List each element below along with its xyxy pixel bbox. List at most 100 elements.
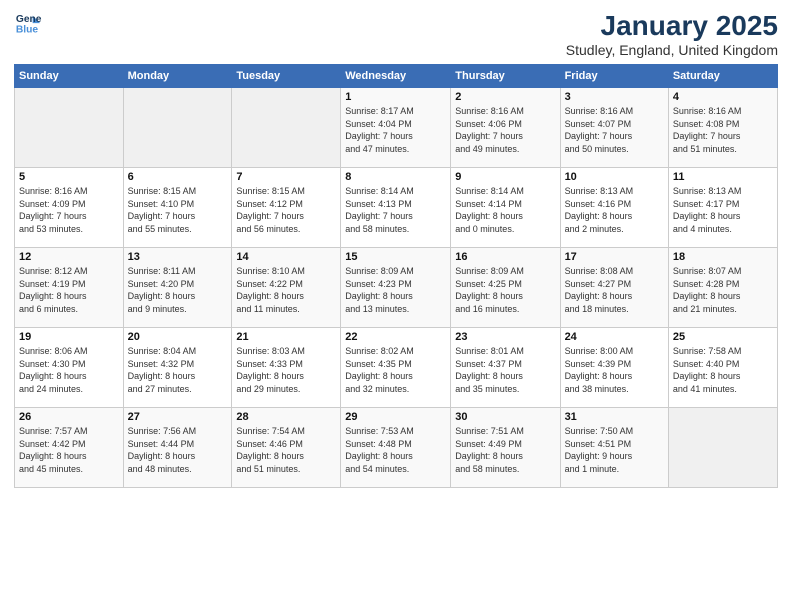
day-detail: Sunrise: 8:03 AM Sunset: 4:33 PM Dayligh… (236, 345, 336, 395)
day-detail: Sunrise: 7:56 AM Sunset: 4:44 PM Dayligh… (128, 425, 228, 475)
day-detail: Sunrise: 8:17 AM Sunset: 4:04 PM Dayligh… (345, 105, 446, 155)
calendar-cell-w0d1 (123, 88, 232, 168)
weekday-header-monday: Monday (123, 65, 232, 88)
calendar-cell-w4d6 (668, 408, 777, 488)
calendar-cell-w2d5: 17 Sunrise: 8:08 AM Sunset: 4:27 PM Dayli… (560, 248, 668, 328)
calendar-cell-w1d6: 11 Sunrise: 8:13 AM Sunset: 4:17 PM Dayli… (668, 168, 777, 248)
day-number: 21 (236, 331, 336, 343)
day-number: 29 (345, 411, 446, 423)
calendar-cell-w2d6: 18 Sunrise: 8:07 AM Sunset: 4:28 PM Dayli… (668, 248, 777, 328)
calendar-cell-w4d0: 26 Sunrise: 7:57 AM Sunset: 4:42 PM Dayli… (15, 408, 124, 488)
day-detail: Sunrise: 8:16 AM Sunset: 4:06 PM Dayligh… (455, 105, 555, 155)
calendar-cell-w2d0: 12 Sunrise: 8:12 AM Sunset: 4:19 PM Dayli… (15, 248, 124, 328)
day-number: 5 (19, 171, 119, 183)
day-detail: Sunrise: 8:12 AM Sunset: 4:19 PM Dayligh… (19, 265, 119, 315)
calendar-cell-w4d2: 28 Sunrise: 7:54 AM Sunset: 4:46 PM Dayli… (232, 408, 341, 488)
calendar-cell-w1d3: 8 Sunrise: 8:14 AM Sunset: 4:13 PM Daylig… (341, 168, 451, 248)
weekday-header-friday: Friday (560, 65, 668, 88)
day-number: 1 (345, 91, 446, 103)
day-number: 27 (128, 411, 228, 423)
calendar-cell-w2d1: 13 Sunrise: 8:11 AM Sunset: 4:20 PM Dayli… (123, 248, 232, 328)
day-number: 25 (673, 331, 773, 343)
calendar-cell-w4d5: 31 Sunrise: 7:50 AM Sunset: 4:51 PM Dayli… (560, 408, 668, 488)
day-detail: Sunrise: 8:09 AM Sunset: 4:23 PM Dayligh… (345, 265, 446, 315)
calendar-cell-w3d0: 19 Sunrise: 8:06 AM Sunset: 4:30 PM Dayli… (15, 328, 124, 408)
day-detail: Sunrise: 7:57 AM Sunset: 4:42 PM Dayligh… (19, 425, 119, 475)
day-detail: Sunrise: 8:09 AM Sunset: 4:25 PM Dayligh… (455, 265, 555, 315)
month-title: January 2025 (566, 10, 778, 42)
day-number: 16 (455, 251, 555, 263)
day-number: 30 (455, 411, 555, 423)
day-number: 3 (565, 91, 664, 103)
day-detail: Sunrise: 8:11 AM Sunset: 4:20 PM Dayligh… (128, 265, 228, 315)
weekday-header-saturday: Saturday (668, 65, 777, 88)
day-number: 12 (19, 251, 119, 263)
day-detail: Sunrise: 7:58 AM Sunset: 4:40 PM Dayligh… (673, 345, 773, 395)
day-number: 23 (455, 331, 555, 343)
day-detail: Sunrise: 8:02 AM Sunset: 4:35 PM Dayligh… (345, 345, 446, 395)
day-detail: Sunrise: 8:14 AM Sunset: 4:14 PM Dayligh… (455, 185, 555, 235)
calendar-cell-w0d3: 1 Sunrise: 8:17 AM Sunset: 4:04 PM Daylig… (341, 88, 451, 168)
day-number: 13 (128, 251, 228, 263)
day-detail: Sunrise: 8:08 AM Sunset: 4:27 PM Dayligh… (565, 265, 664, 315)
day-detail: Sunrise: 8:13 AM Sunset: 4:17 PM Dayligh… (673, 185, 773, 235)
calendar-cell-w0d4: 2 Sunrise: 8:16 AM Sunset: 4:06 PM Daylig… (451, 88, 560, 168)
calendar-cell-w0d6: 4 Sunrise: 8:16 AM Sunset: 4:08 PM Daylig… (668, 88, 777, 168)
weekday-header-thursday: Thursday (451, 65, 560, 88)
day-detail: Sunrise: 8:07 AM Sunset: 4:28 PM Dayligh… (673, 265, 773, 315)
day-number: 19 (19, 331, 119, 343)
calendar-cell-w4d4: 30 Sunrise: 7:51 AM Sunset: 4:49 PM Dayli… (451, 408, 560, 488)
day-detail: Sunrise: 8:16 AM Sunset: 4:07 PM Dayligh… (565, 105, 664, 155)
day-detail: Sunrise: 8:15 AM Sunset: 4:12 PM Dayligh… (236, 185, 336, 235)
day-detail: Sunrise: 8:16 AM Sunset: 4:08 PM Dayligh… (673, 105, 773, 155)
subtitle: Studley, England, United Kingdom (566, 42, 778, 58)
day-number: 28 (236, 411, 336, 423)
calendar-cell-w3d6: 25 Sunrise: 7:58 AM Sunset: 4:40 PM Dayli… (668, 328, 777, 408)
calendar-cell-w0d0 (15, 88, 124, 168)
day-detail: Sunrise: 7:54 AM Sunset: 4:46 PM Dayligh… (236, 425, 336, 475)
day-number: 15 (345, 251, 446, 263)
day-detail: Sunrise: 8:06 AM Sunset: 4:30 PM Dayligh… (19, 345, 119, 395)
day-number: 6 (128, 171, 228, 183)
calendar: SundayMondayTuesdayWednesdayThursdayFrid… (14, 64, 778, 488)
logo: General Blue (14, 10, 44, 38)
day-number: 31 (565, 411, 664, 423)
calendar-cell-w3d3: 22 Sunrise: 8:02 AM Sunset: 4:35 PM Dayli… (341, 328, 451, 408)
calendar-cell-w1d2: 7 Sunrise: 8:15 AM Sunset: 4:12 PM Daylig… (232, 168, 341, 248)
calendar-cell-w4d1: 27 Sunrise: 7:56 AM Sunset: 4:44 PM Dayli… (123, 408, 232, 488)
day-number: 9 (455, 171, 555, 183)
weekday-header-wednesday: Wednesday (341, 65, 451, 88)
day-detail: Sunrise: 8:10 AM Sunset: 4:22 PM Dayligh… (236, 265, 336, 315)
day-number: 11 (673, 171, 773, 183)
day-detail: Sunrise: 8:15 AM Sunset: 4:10 PM Dayligh… (128, 185, 228, 235)
day-detail: Sunrise: 7:50 AM Sunset: 4:51 PM Dayligh… (565, 425, 664, 475)
day-detail: Sunrise: 8:00 AM Sunset: 4:39 PM Dayligh… (565, 345, 664, 395)
day-detail: Sunrise: 8:16 AM Sunset: 4:09 PM Dayligh… (19, 185, 119, 235)
calendar-cell-w0d2 (232, 88, 341, 168)
calendar-cell-w3d2: 21 Sunrise: 8:03 AM Sunset: 4:33 PM Dayli… (232, 328, 341, 408)
weekday-header-tuesday: Tuesday (232, 65, 341, 88)
calendar-cell-w2d3: 15 Sunrise: 8:09 AM Sunset: 4:23 PM Dayli… (341, 248, 451, 328)
day-number: 17 (565, 251, 664, 263)
day-number: 26 (19, 411, 119, 423)
calendar-cell-w4d3: 29Sunrise: 7:53 AM Sunset: 4:48 PM Dayli… (341, 408, 451, 488)
day-number: 4 (673, 91, 773, 103)
calendar-cell-w3d5: 24 Sunrise: 8:00 AM Sunset: 4:39 PM Dayli… (560, 328, 668, 408)
calendar-cell-w2d4: 16 Sunrise: 8:09 AM Sunset: 4:25 PM Dayli… (451, 248, 560, 328)
day-number: 7 (236, 171, 336, 183)
calendar-cell-w2d2: 14Sunrise: 8:10 AM Sunset: 4:22 PM Dayli… (232, 248, 341, 328)
day-number: 8 (345, 171, 446, 183)
day-number: 2 (455, 91, 555, 103)
calendar-cell-w1d1: 6 Sunrise: 8:15 AM Sunset: 4:10 PM Daylig… (123, 168, 232, 248)
calendar-cell-w0d5: 3 Sunrise: 8:16 AM Sunset: 4:07 PM Daylig… (560, 88, 668, 168)
day-number: 22 (345, 331, 446, 343)
calendar-cell-w1d0: 5 Sunrise: 8:16 AM Sunset: 4:09 PM Daylig… (15, 168, 124, 248)
day-number: 18 (673, 251, 773, 263)
calendar-cell-w3d4: 23 Sunrise: 8:01 AM Sunset: 4:37 PM Dayli… (451, 328, 560, 408)
day-detail: Sunrise: 8:04 AM Sunset: 4:32 PM Dayligh… (128, 345, 228, 395)
weekday-header-sunday: Sunday (15, 65, 124, 88)
day-detail: Sunrise: 8:01 AM Sunset: 4:37 PM Dayligh… (455, 345, 555, 395)
day-number: 24 (565, 331, 664, 343)
day-detail: Sunrise: 8:14 AM Sunset: 4:13 PM Dayligh… (345, 185, 446, 235)
day-detail: Sunrise: 7:51 AM Sunset: 4:49 PM Dayligh… (455, 425, 555, 475)
